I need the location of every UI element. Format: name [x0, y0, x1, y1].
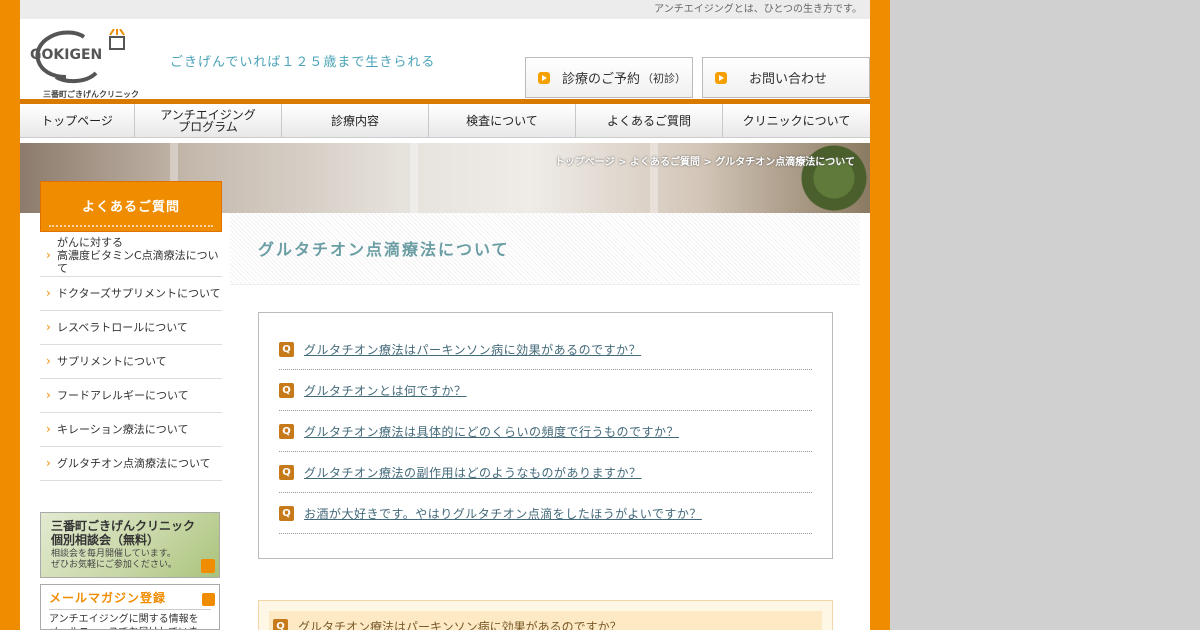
answer-section: Q グルタチオン療法はパーキンソン病に効果があるのですか？: [258, 600, 833, 630]
sidebar-list: がんに対する 高濃度ビタミンC点滴療法について ドクターズサプリメントについて …: [40, 235, 222, 481]
contact-button-label: お問い合わせ: [749, 72, 828, 87]
top-bar-text: アンチエイジングとは、ひとつの生き方です。: [654, 4, 862, 15]
question-icon: Q: [273, 618, 288, 630]
sidebar-item-resveratrol[interactable]: レスベラトロールについて: [40, 311, 222, 345]
sidebar-item-chelation[interactable]: キレーション療法について: [40, 413, 222, 447]
reserve-button-sub: （初診）: [642, 71, 687, 85]
consultation-banner[interactable]: 三番町ごきげんクリニック 個別相談会（無料） 相談会を毎月開催しています。 ぜひ…: [40, 512, 220, 578]
reserve-button[interactable]: 診療のご予約 （初診）: [525, 57, 693, 98]
question-link[interactable]: グルタチオン療法は具体的にどのくらいの頻度で行うものですか？: [304, 423, 679, 440]
newsletter-banner-text: アンチエイジングに関する情報を メールニュースでお届けしています。: [49, 614, 199, 629]
sidebar-item-supplement[interactable]: サプリメントについて: [40, 345, 222, 379]
sidebar-item-food-allergy[interactable]: フードアレルギーについて: [40, 379, 222, 413]
arrow-icon: [201, 559, 215, 573]
consultation-banner-text: 相談会を毎月開催しています。 ぜひお気軽にご参加ください。: [51, 549, 177, 570]
question-link[interactable]: お酒が大好きです。やはりグルタチオン点滴をしたほうがよいですか？: [304, 505, 702, 522]
sidebar-item-vitamin-c[interactable]: がんに対する 高濃度ビタミンC点滴療法について: [40, 235, 222, 277]
page: アンチエイジングとは、ひとつの生き方です。 GOKIGEN 三番町ごきげんクリニ…: [20, 0, 870, 630]
question-link[interactable]: グルタチオン療法の副作用はどのようなものがありますか？: [304, 464, 642, 481]
question-item: Q グルタチオン療法は具体的にどのくらいの頻度で行うものですか？: [279, 411, 812, 452]
breadcrumb[interactable]: トップページ > よくあるご質問 > グルタチオン点滴療法について: [555, 153, 855, 168]
arrow-icon: [715, 71, 727, 84]
question-list: Q グルタチオン療法はパーキンソン病に効果があるのですか？ Q グルタチオンとは…: [258, 312, 833, 559]
sidebar-item-glutathione[interactable]: グルタチオン点滴療法について: [40, 447, 222, 481]
question-icon: Q: [279, 464, 294, 480]
question-icon: Q: [279, 505, 294, 521]
nav-item-antiaging[interactable]: アンチエイジング プログラム: [135, 104, 282, 138]
arrow-icon: [538, 71, 550, 84]
page-title: グルタチオン点滴療法について: [230, 213, 860, 285]
logo-text: GOKIGEN: [30, 47, 103, 63]
arrow-icon: [202, 593, 215, 606]
top-bar: アンチエイジングとは、ひとつの生き方です。: [20, 0, 870, 19]
question-icon: Q: [279, 423, 294, 439]
newsletter-banner-title: メールマガジン登録: [49, 589, 211, 610]
question-icon: Q: [279, 341, 294, 357]
consultation-banner-title: 三番町ごきげんクリニック 個別相談会（無料）: [51, 519, 196, 547]
nav-item-faq[interactable]: よくあるご質問: [576, 104, 723, 138]
tagline: ごきげんでいれば１２５歳まで生きられる: [170, 55, 436, 70]
question-link[interactable]: グルタチオンとは何ですか？: [304, 382, 467, 399]
nav-item-top[interactable]: トップページ: [20, 104, 135, 138]
newsletter-banner[interactable]: メールマガジン登録 アンチエイジングに関する情報を メールニュースでお届けしてい…: [40, 584, 220, 630]
answer-heading: Q グルタチオン療法はパーキンソン病に効果があるのですか？: [269, 611, 822, 630]
nav-item-tests[interactable]: 検査について: [429, 104, 576, 138]
contact-button[interactable]: お問い合わせ: [702, 57, 870, 98]
reserve-button-label: 診療のご予約: [562, 72, 641, 87]
question-link[interactable]: グルタチオン療法はパーキンソン病に効果があるのですか？: [304, 341, 641, 358]
question-item: Q グルタチオン療法はパーキンソン病に効果があるのですか？: [279, 329, 812, 370]
question-item: Q お酒が大好きです。やはりグルタチオン点滴をしたほうがよいですか？: [279, 493, 812, 534]
main-content: グルタチオン点滴療法について Q グルタチオン療法はパーキンソン病に効果があるの…: [230, 213, 860, 630]
question-icon: Q: [279, 382, 294, 398]
sidebar-item-supplement-doctors[interactable]: ドクターズサプリメントについて: [40, 277, 222, 311]
left-border: [0, 0, 20, 630]
sidebar-title: よくあるご質問: [40, 181, 222, 232]
logo[interactable]: GOKIGEN 三番町ごきげんクリニック: [26, 28, 139, 99]
question-item: Q グルタチオンとは何ですか？: [279, 370, 812, 411]
answer-heading-text: グルタチオン療法はパーキンソン病に効果があるのですか？: [298, 619, 622, 630]
nav-item-services[interactable]: 診療内容: [282, 104, 429, 138]
main-nav: トップページ アンチエイジング プログラム 診療内容 検査について よくあるご質…: [20, 99, 870, 138]
question-item: Q グルタチオン療法の副作用はどのようなものがありますか？: [279, 452, 812, 493]
nav-item-clinic[interactable]: クリニックについて: [723, 104, 870, 138]
right-border: [870, 0, 890, 630]
header: GOKIGEN 三番町ごきげんクリニック ごきげんでいれば１２５歳まで生きられる…: [20, 19, 870, 99]
